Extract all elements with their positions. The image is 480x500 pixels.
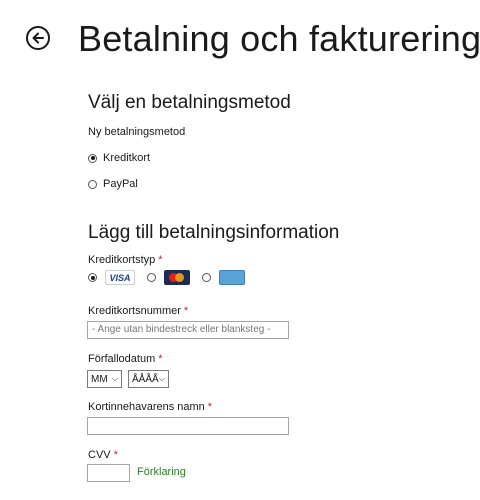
card-number-label: Kreditkortsnummer * (88, 305, 189, 317)
payment-method-section-title: Välj en betalningsmetod (88, 92, 291, 113)
expiry-label: Förfallodatum * (88, 353, 163, 365)
mastercard-icon[interactable] (164, 270, 190, 285)
radio-visa[interactable] (88, 273, 97, 282)
radio-paypal[interactable]: PayPal (88, 178, 138, 190)
radio-credit-card-label: Kreditkort (103, 152, 151, 164)
radio-amex[interactable] (202, 273, 211, 282)
visa-card-icon[interactable]: VISA (105, 270, 135, 285)
radio-mastercard[interactable] (147, 273, 156, 282)
chevron-down-icon: ⌵ (111, 374, 118, 383)
card-type-label: Kreditkortstyp * (88, 254, 163, 266)
expiry-month-select[interactable]: MM ⌵ (87, 370, 122, 388)
payment-info-section-title: Lägg till betalningsinformation (88, 222, 340, 243)
amex-card-icon[interactable] (219, 270, 245, 285)
cvv-explanation-link[interactable]: Förklaring (137, 466, 186, 478)
chevron-down-icon: ⌵ (158, 374, 165, 383)
radio-icon (88, 153, 97, 163)
radio-credit-card[interactable]: Kreditkort (88, 152, 150, 164)
holder-name-label: Kortinnehavarens namn * (88, 401, 213, 413)
page-title: Betalning och fakturering (78, 18, 480, 59)
card-number-input[interactable]: - Ange utan bindestreck eller blanksteg … (87, 321, 289, 339)
back-arrow-icon (32, 32, 44, 44)
expiry-year-select[interactable]: ÅÅÅÅ ⌵ (128, 370, 169, 388)
radio-icon (88, 179, 97, 189)
back-button[interactable] (26, 26, 50, 50)
card-type-selector: VISA (88, 270, 257, 285)
holder-name-input[interactable] (87, 417, 289, 435)
new-payment-method-label: Ny betalningsmetod (88, 126, 186, 138)
cvv-label: CVV * (88, 449, 118, 461)
radio-paypal-label: PayPal (103, 178, 138, 190)
cvv-input[interactable] (87, 464, 130, 482)
